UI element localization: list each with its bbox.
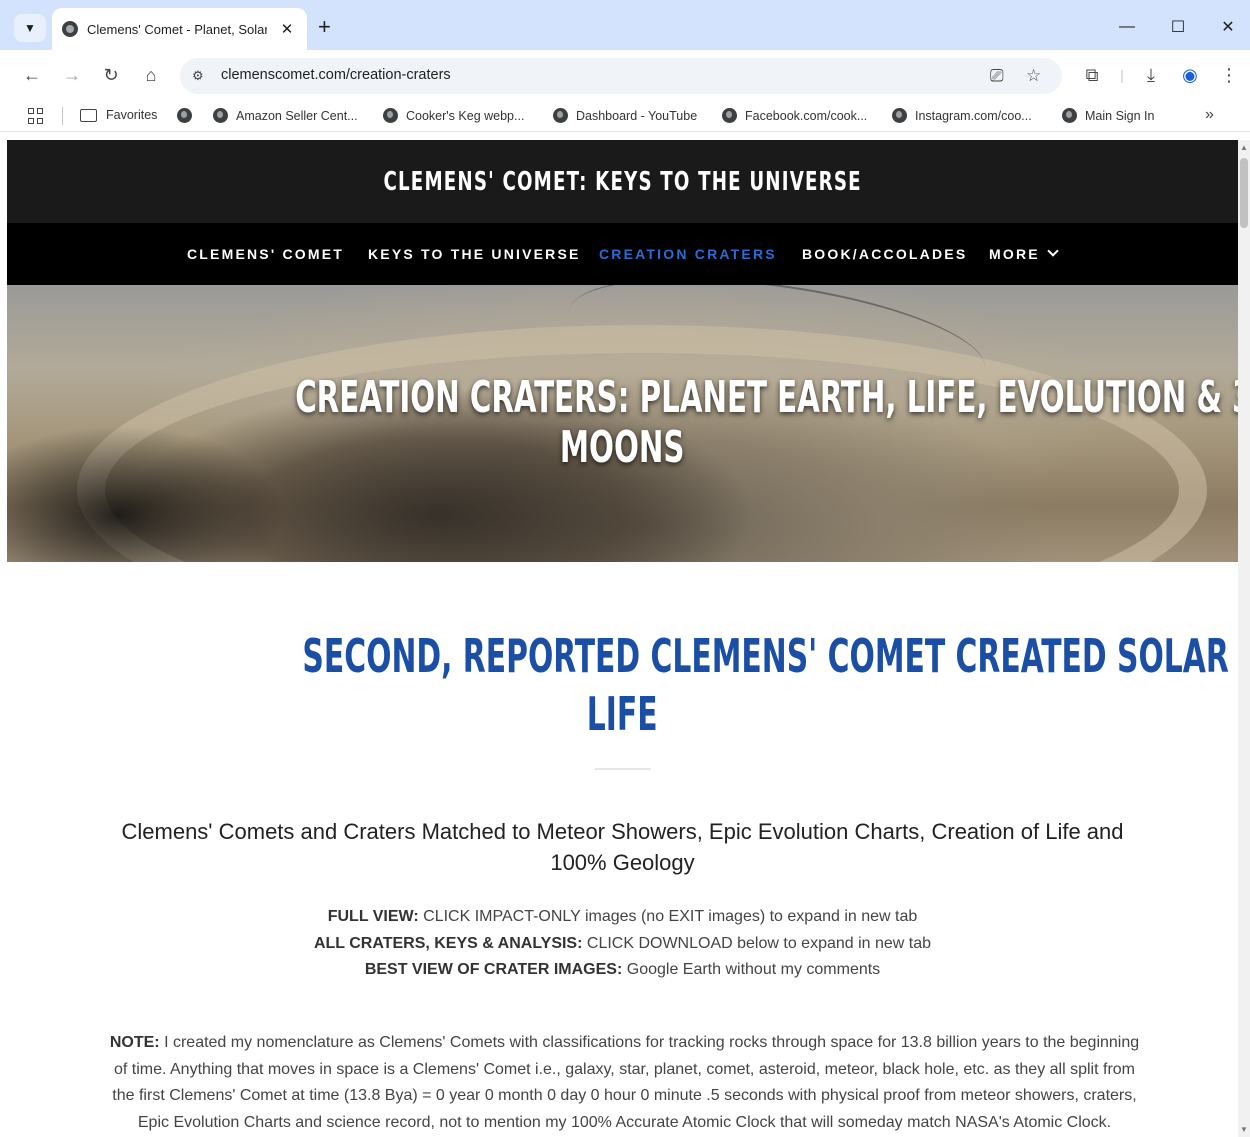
section-divider bbox=[595, 768, 651, 770]
bookmarks-separator bbox=[62, 107, 63, 125]
home-icon[interactable]: ⌂ bbox=[139, 63, 163, 87]
instruction-text: CLICK IMPACT-ONLY images (no EXIT images… bbox=[418, 908, 918, 925]
globe-icon bbox=[62, 21, 78, 37]
hero-title-line: CREATION CRATERS: PLANET EARTH, LIFE, EV… bbox=[295, 372, 1238, 423]
globe-icon bbox=[383, 108, 398, 123]
browser-toolbar: ← → ↻ ⌂ ⚙ clemenscomet.com/creation-crat… bbox=[0, 50, 1250, 100]
instruction-full-view: FULL VIEW: CLICK IMPACT-ONLY images (no … bbox=[107, 904, 1138, 931]
instruction-all-craters: ALL CRATERS, KEYS & ANALYSIS: CLICK DOWN… bbox=[107, 931, 1138, 958]
headline-line: LIFE bbox=[587, 687, 658, 741]
extensions-icon[interactable]: ⧉ bbox=[1080, 63, 1104, 87]
globe-icon bbox=[553, 108, 568, 123]
minimize-button[interactable]: — bbox=[1112, 14, 1142, 40]
apps-icon[interactable] bbox=[28, 108, 44, 124]
globe-icon bbox=[722, 108, 737, 123]
instruction-text: Google Earth without my comments bbox=[622, 961, 881, 978]
bookmarks-overflow-button[interactable]: » bbox=[1205, 106, 1214, 124]
active-tab[interactable]: Clemens' Comet - Planet, Solar ✕ bbox=[52, 8, 307, 50]
tab-strip: ▼ Clemens' Comet - Planet, Solar ✕ + — ☐… bbox=[0, 0, 1250, 50]
page-scrollbar[interactable]: ▲ ▼ bbox=[1238, 140, 1250, 1137]
site-title[interactable]: CLEMENS' COMET: KEYS TO THE UNIVERSE bbox=[383, 167, 861, 197]
bookmark-instagram[interactable]: Instagram.com/coo... bbox=[892, 108, 1032, 123]
page-headline: SECOND, REPORTED CLEMENS' COMET CREATED … bbox=[87, 627, 1238, 743]
downloads-icon[interactable]: ⤓ bbox=[1139, 63, 1163, 87]
globe-icon bbox=[213, 108, 228, 123]
bookmark-amazon-seller[interactable]: Amazon Seller Cent... bbox=[213, 108, 358, 123]
bookmark-label: Favorites bbox=[106, 108, 158, 122]
nav-more[interactable]: MORE bbox=[989, 245, 1059, 262]
page-subheading: Clemens' Comets and Craters Matched to M… bbox=[121, 819, 1124, 875]
globe-icon bbox=[1062, 108, 1077, 123]
bookmark-label: Cooker's Keg webp... bbox=[406, 108, 525, 123]
instruction-text: CLICK DOWNLOAD below to expand in new ta… bbox=[582, 934, 932, 952]
nav-creation-craters[interactable]: CREATION CRATERS bbox=[599, 246, 777, 262]
bookmark-favorites[interactable]: Favorites bbox=[80, 108, 157, 122]
instruction-label: ALL CRATERS, KEYS & ANALYSIS: bbox=[313, 934, 583, 952]
bookmark-label: Facebook.com/cook... bbox=[745, 108, 868, 123]
bookmark-main-sign-in[interactable]: Main Sign In bbox=[1062, 108, 1154, 123]
view-instructions: FULL VIEW: CLICK IMPACT-ONLY images (no … bbox=[107, 904, 1138, 984]
site-info-icon[interactable]: ⚙ bbox=[192, 68, 204, 84]
nav-keys-to-the-universe[interactable]: KEYS TO THE UNIVERSE bbox=[368, 246, 581, 262]
install-app-icon[interactable]: ⎚ bbox=[990, 66, 1004, 86]
bookmark-cookers-keg[interactable]: Cooker's Keg webp... bbox=[383, 108, 524, 123]
instruction-label: FULL VIEW: bbox=[327, 908, 419, 925]
hero-banner: CREATION CRATERS: PLANET EARTH, LIFE, EV… bbox=[7, 285, 1238, 562]
reload-icon[interactable]: ↻ bbox=[99, 63, 123, 87]
chevron-down-icon bbox=[1047, 245, 1059, 257]
note-label: NOTE: bbox=[109, 1034, 160, 1051]
bookmark-unnamed[interactable] bbox=[177, 108, 200, 123]
bookmarks-bar: Favorites Amazon Seller Cent... Cooker's… bbox=[0, 100, 1250, 132]
back-icon[interactable]: ← bbox=[20, 63, 44, 87]
maximize-icon: ☐ bbox=[1170, 19, 1186, 36]
scrollbar-thumb[interactable] bbox=[1240, 158, 1248, 228]
headline-line: SECOND, REPORTED CLEMENS' COMET CREATED … bbox=[302, 629, 1238, 683]
site-nav: CLEMENS' COMET KEYS TO THE UNIVERSE CREA… bbox=[7, 223, 1238, 285]
close-icon: ✕ bbox=[1221, 19, 1235, 36]
url-host: clemenscomet.com bbox=[221, 67, 346, 83]
maximize-button[interactable]: ☐ bbox=[1163, 14, 1193, 40]
globe-icon bbox=[177, 108, 192, 123]
bookmark-label: Dashboard - YouTube bbox=[576, 108, 698, 123]
bookmark-facebook[interactable]: Facebook.com/cook... bbox=[722, 108, 867, 123]
bookmark-label: Instagram.com/coo... bbox=[915, 108, 1032, 123]
profile-icon[interactable]: ◉ bbox=[1178, 63, 1202, 87]
bookmark-youtube-dashboard[interactable]: Dashboard - YouTube bbox=[553, 108, 697, 123]
hero-title-line: MOONS bbox=[559, 422, 685, 473]
bookmark-label: Amazon Seller Cent... bbox=[236, 108, 358, 123]
address-bar[interactable]: ⚙ clemenscomet.com/creation-craters ⎚ ☆ bbox=[180, 58, 1062, 94]
star-icon[interactable]: ☆ bbox=[1026, 66, 1041, 86]
nomenclature-note: NOTE: I created my nomenclature as Cleme… bbox=[102, 1030, 1147, 1136]
close-window-button[interactable]: ✕ bbox=[1213, 14, 1243, 40]
url-path: /creation-craters bbox=[345, 67, 451, 83]
nav-clemens-comet[interactable]: CLEMENS' COMET bbox=[187, 246, 344, 262]
toolbar-separator: | bbox=[1120, 67, 1124, 83]
nav-more-label: MORE bbox=[989, 246, 1040, 262]
tab-list-button[interactable]: ▼ bbox=[14, 14, 46, 42]
chevron-down-icon: ▼ bbox=[24, 21, 36, 35]
forward-icon[interactable]: → bbox=[60, 63, 84, 87]
instruction-label: BEST VIEW OF CRATER IMAGES: bbox=[364, 961, 623, 978]
url-text[interactable]: clemenscomet.com/creation-craters bbox=[221, 67, 451, 83]
menu-icon[interactable]: ⋮ bbox=[1217, 63, 1241, 87]
minimize-icon: — bbox=[1119, 18, 1135, 35]
folder-icon bbox=[80, 108, 97, 122]
scroll-up-arrow-icon[interactable]: ▲ bbox=[1240, 143, 1248, 152]
instruction-best-view: BEST VIEW OF CRATER IMAGES: Google Earth… bbox=[107, 957, 1138, 984]
tab-close-button[interactable]: ✕ bbox=[277, 20, 297, 38]
bookmark-label: Main Sign In bbox=[1085, 108, 1155, 123]
tab-title: Clemens' Comet - Planet, Solar bbox=[87, 21, 267, 37]
note-text: I created my nomenclature as Clemens' Co… bbox=[112, 1034, 1140, 1131]
new-tab-button[interactable]: + bbox=[318, 16, 331, 38]
nav-book-accolades[interactable]: BOOK/ACCOLADES bbox=[802, 246, 967, 262]
main-content: SECOND, REPORTED CLEMENS' COMET CREATED … bbox=[7, 562, 1238, 1137]
page-viewport: CLEMENS' COMET: KEYS TO THE UNIVERSE CLE… bbox=[7, 140, 1238, 1137]
scroll-down-arrow-icon[interactable]: ▼ bbox=[1240, 1125, 1248, 1134]
site-header: CLEMENS' COMET: KEYS TO THE UNIVERSE bbox=[7, 140, 1238, 223]
globe-icon bbox=[892, 108, 907, 123]
hero-title: CREATION CRATERS: PLANET EARTH, LIFE, EV… bbox=[127, 373, 1238, 473]
